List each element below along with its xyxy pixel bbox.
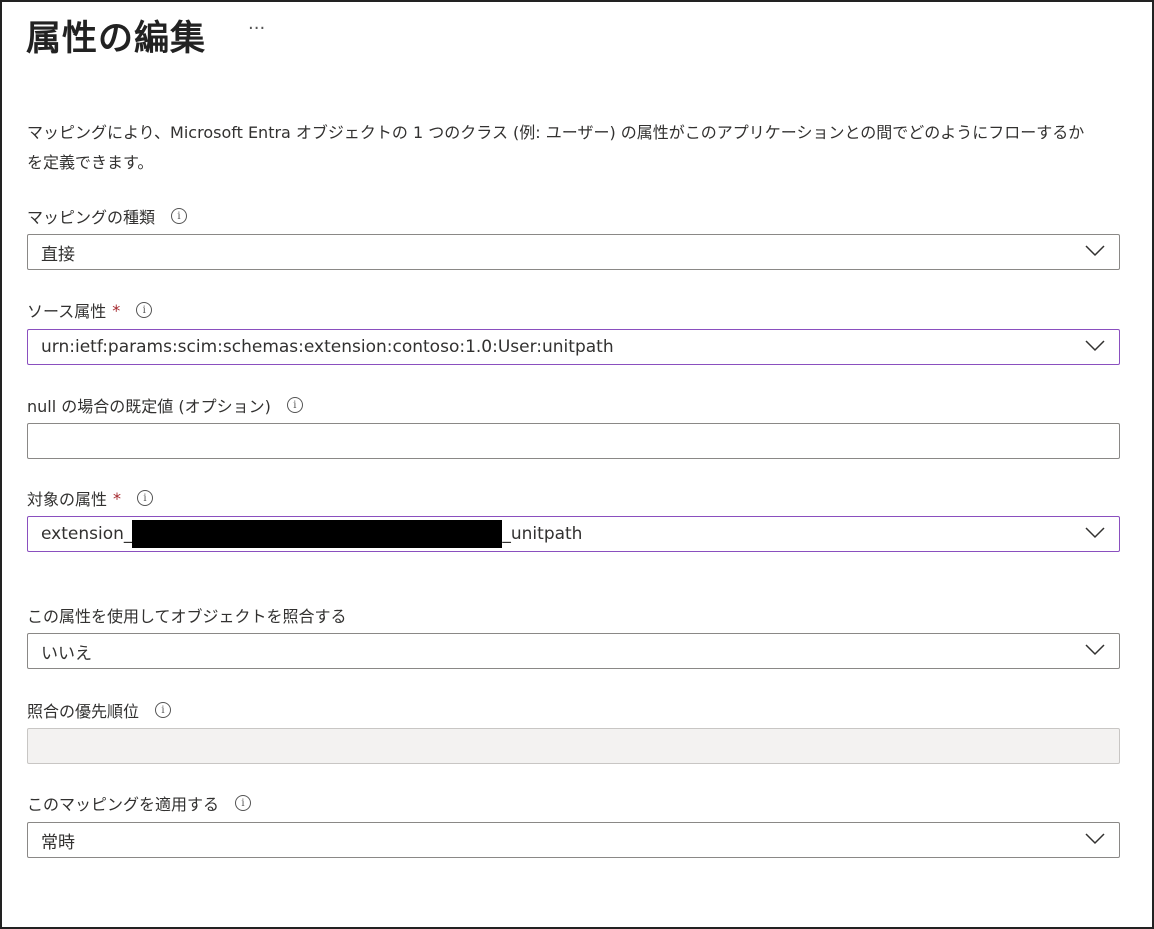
info-icon[interactable]: i (171, 208, 188, 224)
page-title: 属性の編集 (26, 19, 207, 59)
chevron-down-icon (1085, 833, 1105, 845)
info-icon[interactable]: i (155, 702, 172, 718)
chevron-down-icon (1085, 245, 1105, 257)
label-text: null の場合の既定値 (オプション) (27, 397, 271, 416)
apply-mapping-dropdown[interactable]: 常時 (27, 822, 1120, 858)
redacted-block (132, 520, 503, 548)
value-suffix: _unitpath (502, 524, 583, 544)
dropdown-value: 常時 (41, 832, 75, 853)
info-icon[interactable]: i (136, 302, 153, 318)
description-line: マッピングにより、Microsoft Entra オブジェクトの 1 つのクラス… (27, 123, 1085, 142)
mapping-type-label: マッピングの種類 i (27, 204, 188, 228)
mapping-type-dropdown[interactable]: 直接 (27, 234, 1120, 270)
dropdown-value: urn:ietf:params:scim:schemas:extension:c… (41, 337, 614, 357)
match-objects-dropdown[interactable]: いいえ (27, 633, 1120, 669)
source-attribute-label: ソース属性 * i (27, 298, 153, 322)
label-text: マッピングの種類 (27, 208, 156, 227)
target-attribute-label: 対象の属性 * i (27, 486, 154, 510)
chevron-down-icon (1085, 340, 1105, 352)
label-text: この属性を使用してオブジェクトを照合する (27, 607, 347, 626)
dropdown-value: いいえ (41, 643, 92, 664)
default-value-label: null の場合の既定値 (オプション) i (27, 393, 303, 417)
target-attribute-dropdown[interactable]: extension_ _unitpath (27, 516, 1120, 552)
label-text: 対象の属性 (27, 490, 108, 509)
chevron-down-icon (1085, 644, 1105, 656)
info-icon[interactable]: i (235, 795, 252, 811)
chevron-down-icon (1085, 527, 1105, 539)
value-prefix: extension_ (41, 524, 133, 544)
match-priority-label: 照合の優先順位 i (27, 698, 172, 722)
required-marker: * (113, 488, 122, 508)
label-text: ソース属性 (27, 302, 107, 321)
info-icon[interactable]: i (137, 490, 154, 506)
more-options-button[interactable]: ··· (248, 18, 265, 39)
apply-mapping-label: このマッピングを適用する i (27, 791, 252, 815)
description-line: を定義できます。 (27, 153, 154, 172)
match-priority-input (27, 728, 1120, 764)
info-icon[interactable]: i (286, 397, 303, 413)
source-attribute-dropdown[interactable]: urn:ietf:params:scim:schemas:extension:c… (27, 329, 1120, 365)
label-text: このマッピングを適用する (27, 795, 220, 814)
dropdown-value: extension_ _unitpath (28, 520, 582, 548)
dropdown-value: 直接 (41, 244, 75, 265)
default-value-input[interactable] (27, 423, 1120, 459)
required-marker: * (112, 300, 121, 320)
label-text: 照合の優先順位 (27, 702, 140, 721)
match-objects-label: この属性を使用してオブジェクトを照合する (27, 603, 347, 627)
description: マッピングにより、Microsoft Entra オブジェクトの 1 つのクラス… (27, 118, 1127, 178)
